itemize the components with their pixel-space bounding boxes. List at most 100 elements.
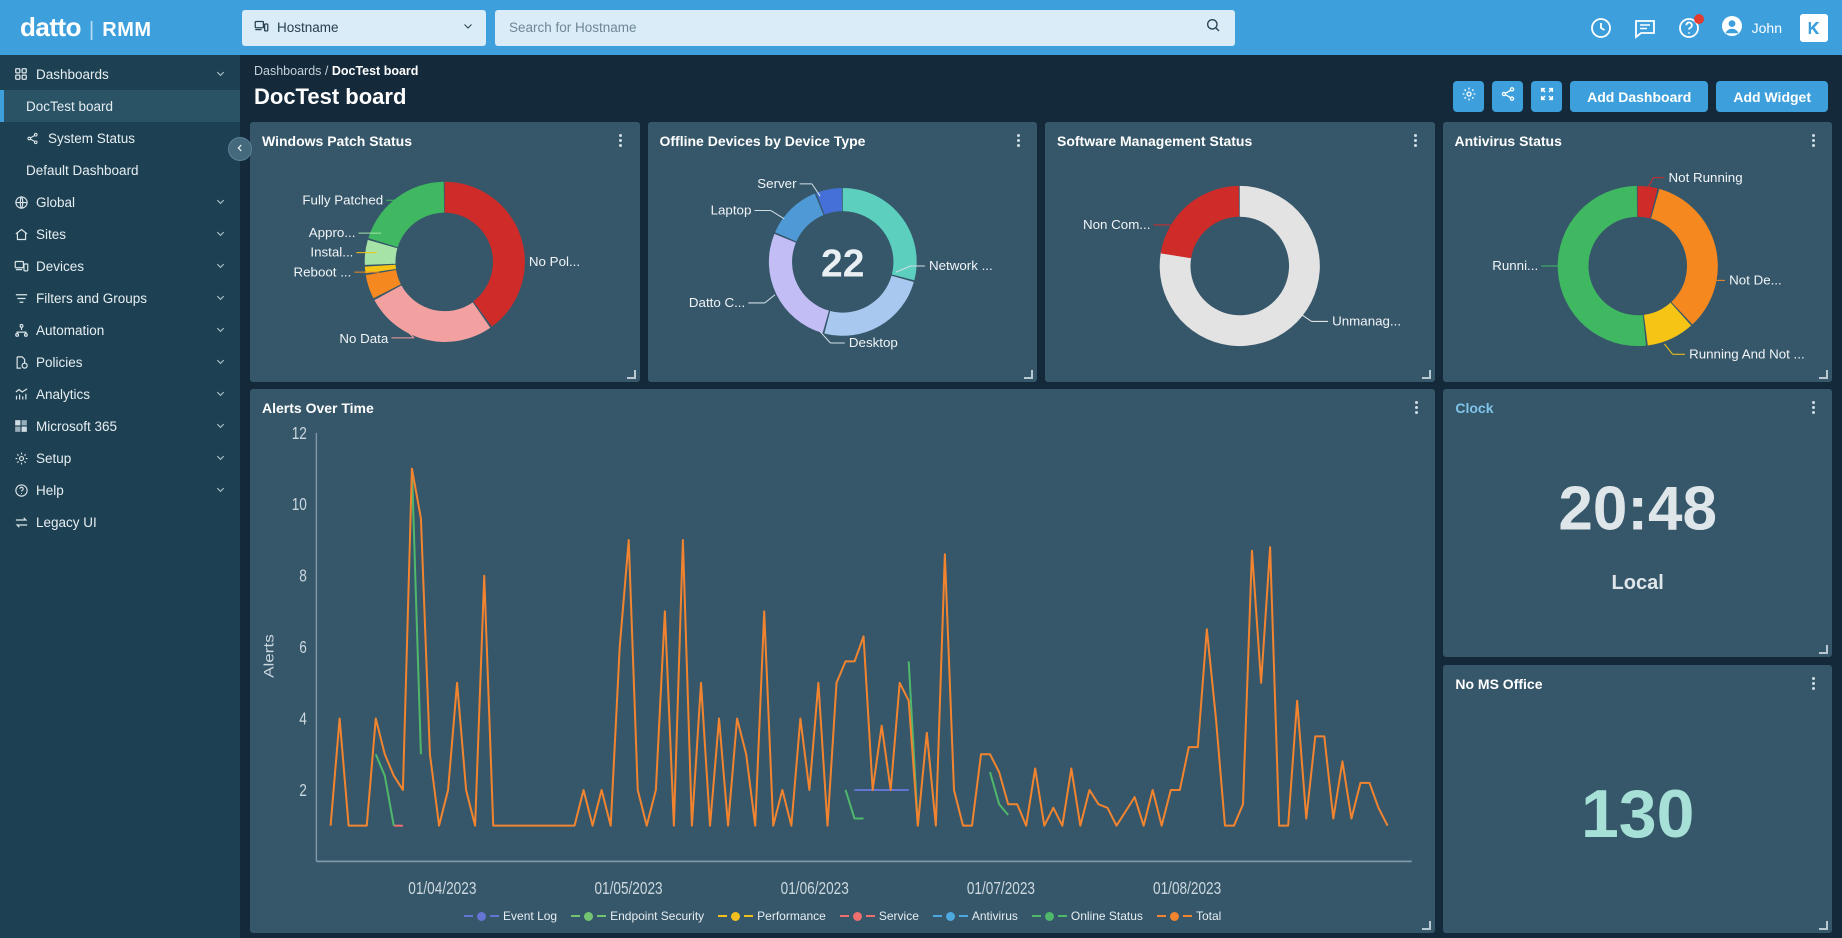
- sidebar-label: Dashboards: [36, 67, 215, 82]
- sidebar-label: Sites: [36, 227, 215, 242]
- sidebar-collapse-button[interactable]: [228, 137, 252, 161]
- chevron-down-icon: [215, 259, 226, 274]
- widget-resize-handle[interactable]: [1819, 921, 1828, 930]
- sidebar-label: Automation: [36, 323, 215, 338]
- devices-icon: [254, 19, 269, 37]
- hostname-filter-label: Hostname: [277, 20, 462, 35]
- sidebar-item-system-status[interactable]: System Status: [0, 122, 240, 154]
- sidebar-item-policies[interactable]: Policies: [0, 346, 240, 378]
- widget-title: Software Management Status: [1057, 133, 1409, 149]
- sidebar-item-global[interactable]: Global: [0, 186, 240, 218]
- slice-label-server: Server: [757, 176, 797, 191]
- widget-menu-button[interactable]: [1011, 132, 1025, 149]
- widget-menu-button[interactable]: [1806, 399, 1820, 416]
- chevron-left-icon: [235, 143, 245, 156]
- sidebar-item-dashboards[interactable]: Dashboards: [0, 58, 240, 90]
- legend-dot: [584, 912, 593, 921]
- no-ms-office-count: 130: [1443, 775, 1832, 853]
- y-axis-tick: 4: [299, 710, 307, 729]
- chat-icon[interactable]: [1632, 15, 1658, 41]
- slice-label-datto-continuity: Datto C...: [688, 295, 744, 310]
- breadcrumb-root[interactable]: Dashboards: [254, 64, 321, 78]
- widget-antivirus-status: Antivirus Status: [1443, 122, 1833, 382]
- y-axis-tick: 8: [299, 567, 307, 586]
- globe-icon: [14, 195, 36, 210]
- sidebar-item-filters-and-groups[interactable]: Filters and Groups: [0, 282, 240, 314]
- user-menu[interactable]: John: [1720, 14, 1782, 41]
- legend-line: [597, 915, 606, 917]
- widget-resize-handle[interactable]: [1819, 370, 1828, 379]
- sidebar-item-setup[interactable]: Setup: [0, 442, 240, 474]
- kaseya-logo-icon[interactable]: [1800, 14, 1828, 42]
- sidebar-item-sites[interactable]: Sites: [0, 218, 240, 250]
- expand-icon: [1539, 86, 1555, 107]
- brand-logo[interactable]: datto | RMM: [0, 12, 240, 43]
- search-icon[interactable]: [1205, 17, 1221, 38]
- legend-item[interactable]: Endpoint Security: [571, 909, 704, 923]
- automation-icon: [14, 323, 36, 338]
- sidebar-item-doctest-board[interactable]: DocTest board: [0, 90, 240, 122]
- legend-label: Service: [879, 909, 919, 923]
- widget-resize-handle[interactable]: [627, 370, 636, 379]
- widget-grid: Windows Patch Status: [250, 122, 1832, 938]
- widget-clock: Clock 20:48 Local: [1443, 389, 1832, 657]
- slice-label-running: Runni...: [1492, 258, 1538, 273]
- search-input[interactable]: [509, 20, 1205, 35]
- legend-label: Online Status: [1071, 909, 1143, 923]
- brand-separator: |: [89, 19, 94, 42]
- legend-item[interactable]: Total: [1157, 909, 1221, 923]
- widget-resize-handle[interactable]: [1024, 370, 1033, 379]
- fullscreen-button[interactable]: [1531, 81, 1562, 112]
- share-dashboard-button[interactable]: [1492, 81, 1523, 112]
- add-dashboard-button[interactable]: Add Dashboard: [1570, 81, 1708, 112]
- widget-header: Alerts Over Time: [250, 389, 1435, 418]
- search-bar[interactable]: [495, 10, 1235, 46]
- clock-body: 20:48 Local: [1443, 418, 1832, 657]
- legend-item[interactable]: Online Status: [1032, 909, 1143, 923]
- chart-series-line: [331, 469, 1388, 826]
- y-axis-label: Alerts: [262, 634, 277, 678]
- dashboard-settings-button[interactable]: [1453, 81, 1484, 112]
- widget-menu-button[interactable]: [1409, 399, 1423, 416]
- sidebar-item-devices[interactable]: Devices: [0, 250, 240, 282]
- software-management-donut-chart: Non Com... Unmanag...: [1045, 151, 1435, 382]
- legend-label: Endpoint Security: [610, 909, 704, 923]
- legend-item[interactable]: Antivirus: [933, 909, 1018, 923]
- sidebar-item-default-dashboard[interactable]: Default Dashboard: [0, 154, 240, 186]
- legend-item[interactable]: Performance: [718, 909, 826, 923]
- history-icon[interactable]: [1588, 15, 1614, 41]
- widget-row-1: Windows Patch Status: [250, 122, 1832, 382]
- legend-item[interactable]: Service: [840, 909, 919, 923]
- no-ms-office-body: 130: [1443, 694, 1832, 933]
- sidebar-item-automation[interactable]: Automation: [0, 314, 240, 346]
- grid-icon: [14, 67, 36, 81]
- widget-offline-devices: Offline Devices by Device Type: [648, 122, 1038, 382]
- widget-resize-handle[interactable]: [1422, 921, 1431, 930]
- brand-product: RMM: [102, 19, 151, 42]
- sidebar-item-legacy-ui[interactable]: Legacy UI: [0, 506, 240, 538]
- alerts-line-chart: 24681012 Alerts 01/04/202301/05/202301/0…: [250, 418, 1435, 909]
- sidebar-item-help[interactable]: Help: [0, 474, 240, 506]
- sidebar-item-microsoft-365[interactable]: Microsoft 365: [0, 410, 240, 442]
- help-icon[interactable]: [1676, 15, 1702, 41]
- widget-menu-button[interactable]: [1806, 132, 1820, 149]
- widget-menu-button[interactable]: [1409, 132, 1423, 149]
- antivirus-donut-chart: Not Running Not De... Runni... Running A…: [1443, 151, 1833, 382]
- widget-header: Clock: [1443, 389, 1832, 418]
- gear-icon: [14, 451, 36, 466]
- sidebar-label: Analytics: [36, 387, 215, 402]
- breadcrumb-current: DocTest board: [332, 64, 419, 78]
- legend-item[interactable]: Event Log: [464, 909, 557, 923]
- widget-resize-handle[interactable]: [1819, 645, 1828, 654]
- sidebar-item-analytics[interactable]: Analytics: [0, 378, 240, 410]
- widget-menu-button[interactable]: [614, 132, 628, 149]
- chevron-down-icon: [215, 387, 226, 402]
- widget-title: No MS Office: [1455, 676, 1806, 692]
- sidebar: Dashboards DocTest board System Status: [0, 55, 240, 938]
- add-widget-button[interactable]: Add Widget: [1716, 81, 1828, 112]
- sidebar-label: Help: [36, 483, 215, 498]
- widget-menu-button[interactable]: [1806, 675, 1820, 692]
- app-root: datto | RMM Hostname: [0, 0, 1842, 938]
- hostname-filter-dropdown[interactable]: Hostname: [242, 10, 486, 46]
- widget-resize-handle[interactable]: [1422, 370, 1431, 379]
